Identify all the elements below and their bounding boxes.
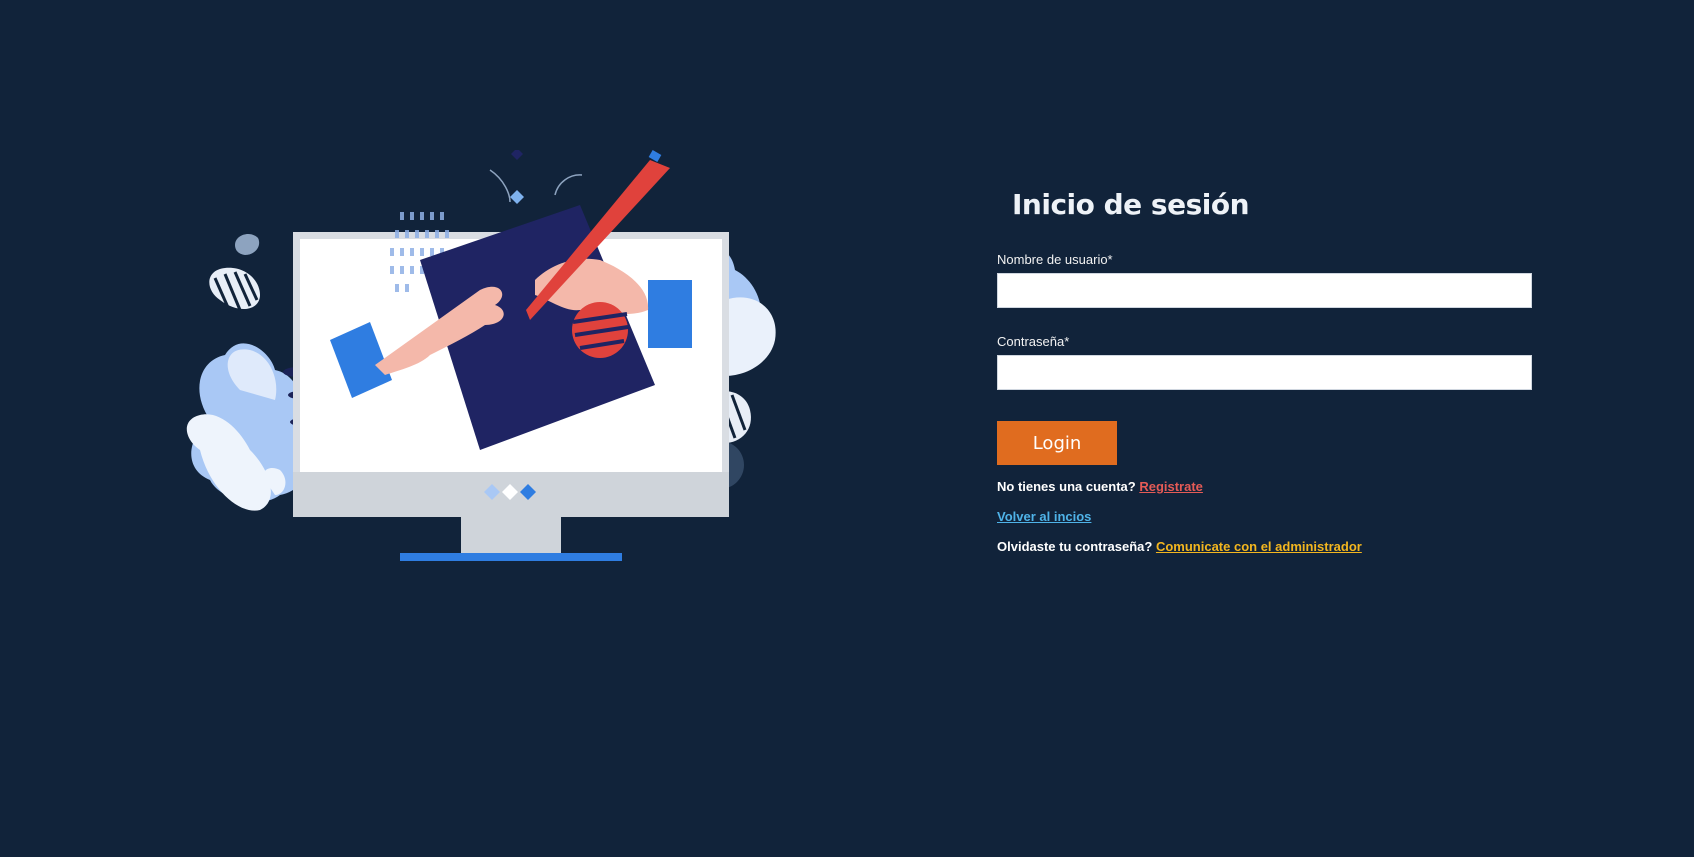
login-page: Inicio de sesión Nombre de usuario* Cont…: [0, 0, 1694, 857]
register-link[interactable]: Registrate: [1139, 479, 1203, 494]
password-label: Contraseña*: [997, 334, 1070, 349]
no-account-text: No tienes una cuenta?: [997, 479, 1136, 494]
register-prompt: No tienes una cuenta? Registrate: [997, 478, 1532, 496]
forgot-password-text: Olvidaste tu contraseña?: [997, 539, 1153, 554]
password-input[interactable]: [997, 355, 1532, 390]
forgot-password-line: Olvidaste tu contraseña? Comunicate con …: [997, 538, 1532, 556]
computer-drawing-illustration: [186, 150, 776, 561]
back-home-link[interactable]: Volver al incios: [997, 509, 1091, 524]
username-label: Nombre de usuario*: [997, 252, 1113, 267]
username-input[interactable]: [997, 273, 1532, 308]
contact-admin-link[interactable]: Comunicate con el administrador: [1156, 539, 1362, 554]
login-form: Inicio de sesión Nombre de usuario* Cont…: [997, 180, 1532, 556]
back-home-line: Volver al incios: [997, 508, 1532, 526]
page-title: Inicio de sesión: [1012, 188, 1250, 221]
login-button[interactable]: Login: [997, 421, 1117, 465]
